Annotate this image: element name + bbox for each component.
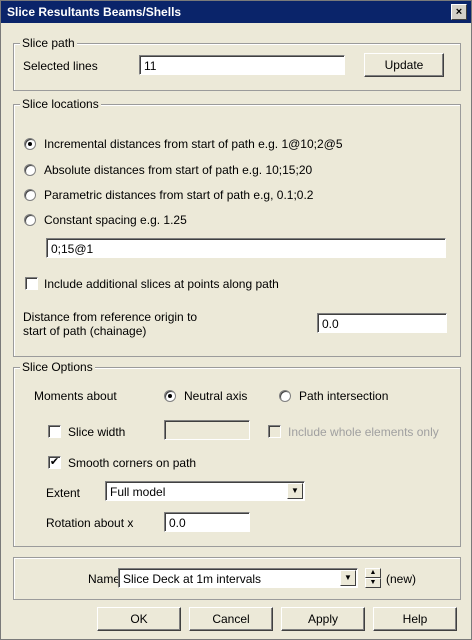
title-bar[interactable]: Slice Resultants Beams/Shells × [1, 1, 471, 23]
slice-locations-group: Slice locations Incremental distances fr… [13, 97, 461, 357]
distance-input[interactable]: 0.0 [317, 313, 447, 333]
neutral-axis-label: Neutral axis [184, 389, 248, 403]
moments-about-label: Moments about [34, 389, 117, 403]
extent-label: Extent [46, 486, 81, 500]
path-intersection-label: Path intersection [299, 389, 389, 403]
spin-down-icon[interactable]: ▼ [365, 578, 381, 588]
include-additional-label: Include additional slices at points alon… [44, 277, 279, 291]
path-intersection-radio[interactable] [279, 390, 291, 402]
slice-width-input[interactable] [164, 420, 250, 440]
incremental-label: Incremental distances from start of path… [44, 137, 343, 151]
spin-up-icon[interactable]: ▲ [365, 568, 381, 578]
close-icon[interactable]: × [451, 4, 467, 20]
apply-button[interactable]: Apply [281, 607, 365, 631]
neutral-axis-radio[interactable] [164, 390, 176, 402]
selected-lines-label: Selected lines [23, 59, 98, 73]
constant-spacing-label: Constant spacing e.g. 1.25 [44, 213, 187, 227]
window-title: Slice Resultants Beams/Shells [7, 5, 182, 19]
slice-options-legend: Slice Options [20, 360, 95, 374]
include-additional-checkbox[interactable] [25, 277, 38, 290]
slice-options-group: Slice Options Moments about Neutral axis… [13, 360, 461, 547]
name-dropdown[interactable]: Slice Deck at 1m intervals ▼ [118, 568, 358, 588]
slice-width-checkbox[interactable] [48, 425, 61, 438]
rotation-label: Rotation about x [46, 516, 134, 530]
smooth-corners-label: Smooth corners on path [68, 456, 197, 470]
chevron-down-icon[interactable]: ▼ [287, 483, 303, 499]
cancel-button[interactable]: Cancel [189, 607, 273, 631]
incremental-radio[interactable] [24, 138, 36, 150]
name-value: Slice Deck at 1m intervals [123, 572, 262, 586]
rotation-input[interactable]: 0.0 [164, 512, 250, 532]
absolute-radio[interactable] [24, 164, 36, 176]
parametric-label: Parametric distances from start of path … [44, 188, 314, 202]
selected-lines-field[interactable]: 11 [139, 55, 345, 75]
parametric-radio[interactable] [24, 189, 36, 201]
slice-width-label: Slice width [68, 425, 126, 439]
slice-path-group: Slice path Selected lines 11 Update [13, 36, 461, 91]
distance-label-line1: Distance from reference origin to [23, 310, 198, 324]
name-group: Name Slice Deck at 1m intervals ▼ ▲ ▼ (n… [13, 557, 461, 600]
include-whole-checkbox[interactable] [268, 425, 281, 438]
slice-resultants-dialog: Slice Resultants Beams/Shells × Slice pa… [0, 0, 472, 640]
distance-label-line2: start of path (chainage) [23, 324, 147, 338]
name-label: Name [88, 572, 121, 586]
extent-value: Full model [110, 485, 166, 499]
constant-spacing-radio[interactable] [24, 214, 36, 226]
include-whole-label: Include whole elements only [288, 425, 439, 439]
ok-button[interactable]: OK [97, 607, 181, 631]
smooth-corners-checkbox[interactable]: ✔ [48, 456, 61, 469]
help-button[interactable]: Help [373, 607, 457, 631]
name-spinner[interactable]: ▲ ▼ [365, 568, 381, 588]
update-button[interactable]: Update [364, 53, 444, 77]
new-label: (new) [386, 572, 417, 586]
chevron-down-icon[interactable]: ▼ [340, 570, 356, 586]
absolute-label: Absolute distances from start of path e.… [44, 163, 313, 177]
slice-path-legend: Slice path [20, 36, 77, 50]
slice-locations-legend: Slice locations [20, 97, 101, 111]
extent-dropdown[interactable]: Full model ▼ [105, 481, 305, 501]
spacing-input[interactable]: 0;15@1 [46, 238, 446, 258]
